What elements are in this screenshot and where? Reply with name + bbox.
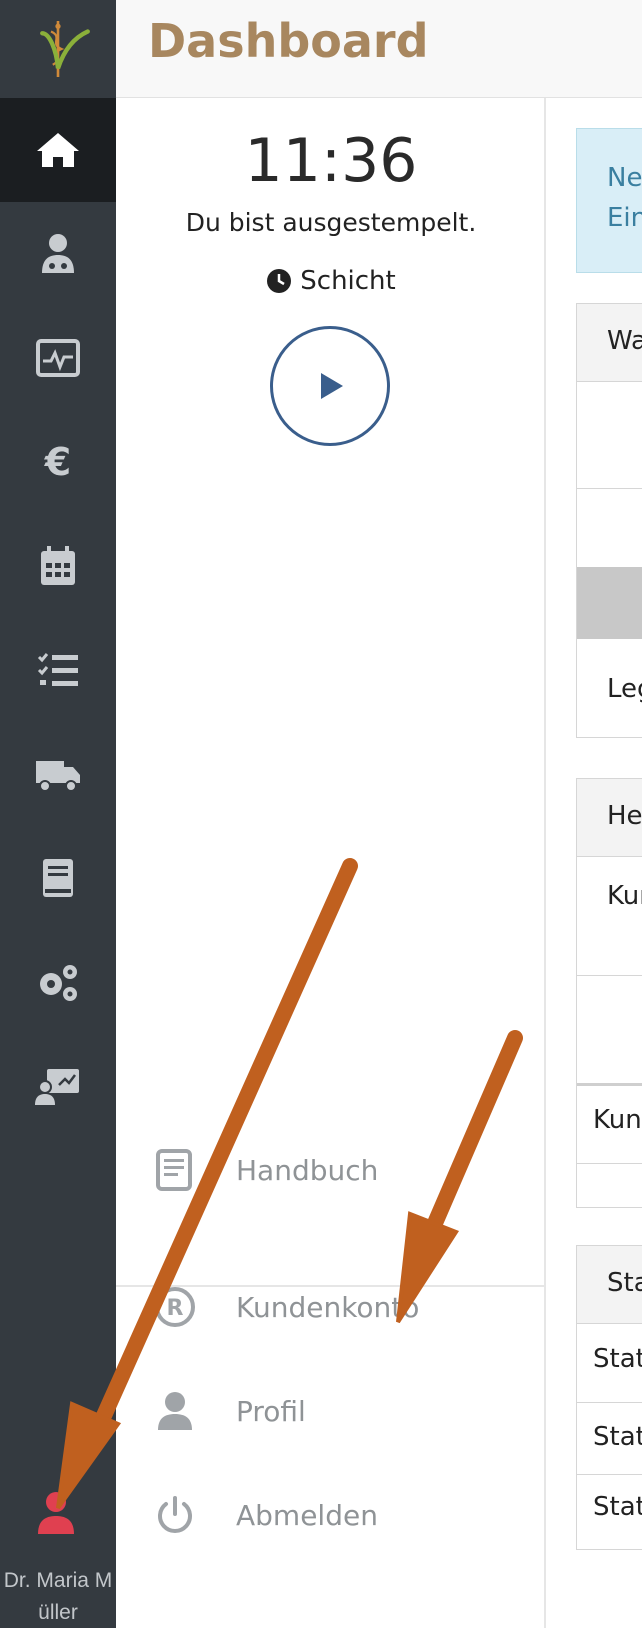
card-header: Wa bbox=[577, 304, 642, 382]
card-title: Sta bbox=[607, 1268, 642, 1298]
nav-delivery[interactable] bbox=[0, 722, 116, 826]
profile-label: Profil bbox=[236, 1394, 306, 1428]
nav-home[interactable] bbox=[0, 98, 116, 202]
card-row: Leg bbox=[607, 674, 642, 704]
card-header: Sta bbox=[577, 1246, 642, 1324]
shift-text: Schicht bbox=[300, 266, 396, 296]
card-row: Kund bbox=[593, 1105, 642, 1135]
time-panel: 11:36 Du bist ausgestempelt. Schicht Han… bbox=[116, 98, 546, 1628]
card-row: Kur bbox=[607, 881, 642, 911]
nav-calendar[interactable] bbox=[0, 514, 116, 618]
card-title: Wa bbox=[607, 326, 642, 356]
handbook-link[interactable]: Handbuch bbox=[116, 1125, 546, 1215]
nav-presentation[interactable] bbox=[0, 1034, 116, 1138]
user-menu[interactable]: Dr. Maria Müller bbox=[0, 1480, 116, 1628]
caduceus-logo[interactable] bbox=[0, 0, 116, 98]
logout-label: Abmelden bbox=[236, 1498, 378, 1532]
handbook-icon bbox=[156, 1149, 192, 1191]
nav-tasks[interactable] bbox=[0, 618, 116, 722]
nav-monitor[interactable] bbox=[0, 306, 116, 410]
card-waiting: Wa Leg bbox=[576, 303, 642, 738]
nav-settings[interactable] bbox=[0, 930, 116, 1034]
row-band bbox=[577, 567, 642, 639]
card-row: Stat bbox=[593, 1422, 642, 1452]
heartbeat-icon bbox=[36, 339, 80, 377]
nav-finance[interactable]: € bbox=[0, 410, 116, 514]
row-divider bbox=[577, 1474, 642, 1475]
row-divider bbox=[577, 1083, 642, 1086]
user-icon bbox=[38, 1492, 74, 1534]
main-content: Ne Ein Wa Leg He Kur Kund Sta Stat Stat … bbox=[548, 98, 642, 1628]
power-icon bbox=[158, 1496, 192, 1533]
truck-icon bbox=[36, 761, 80, 792]
registered-icon: R bbox=[155, 1287, 195, 1327]
card-status: Sta Stat Stat Stat bbox=[576, 1245, 642, 1550]
account-label: Kundenkonto bbox=[236, 1290, 420, 1324]
clock-icon bbox=[267, 269, 292, 293]
play-icon bbox=[321, 373, 343, 399]
card-row: Stat bbox=[593, 1492, 642, 1522]
card-row: Stat bbox=[593, 1344, 642, 1374]
home-icon bbox=[37, 133, 79, 167]
clock: 11:36 bbox=[244, 126, 418, 196]
handbook-label: Handbuch bbox=[236, 1153, 379, 1187]
nav-book[interactable] bbox=[0, 826, 116, 930]
page-title: Dashboard bbox=[148, 14, 429, 68]
row-divider bbox=[577, 975, 642, 976]
svg-text:€: € bbox=[44, 440, 71, 484]
svg-text:R: R bbox=[167, 1296, 184, 1321]
alert-line1: Ne bbox=[607, 163, 642, 193]
row-divider bbox=[577, 1163, 642, 1164]
gears-icon bbox=[40, 965, 77, 1001]
card-title: He bbox=[607, 801, 642, 831]
calendar-icon bbox=[41, 546, 75, 585]
account-link[interactable]: R Kundenkonto bbox=[116, 1262, 546, 1352]
doctor-icon bbox=[42, 234, 74, 273]
tasks-icon bbox=[37, 653, 78, 686]
card-header: He bbox=[577, 779, 642, 857]
euro-icon: € bbox=[44, 440, 71, 484]
info-alert: Ne Ein bbox=[576, 128, 642, 273]
page-header: Dashboard bbox=[116, 0, 642, 98]
book-icon bbox=[43, 859, 73, 897]
user-name: Dr. Maria Müller bbox=[3, 1569, 113, 1624]
play-button[interactable] bbox=[270, 326, 390, 446]
shift-label: Schicht bbox=[116, 266, 546, 296]
teacher-icon bbox=[35, 1069, 79, 1105]
clock-status: Du bist ausgestempelt. bbox=[185, 208, 477, 237]
logout-link[interactable]: Abmelden bbox=[116, 1470, 546, 1560]
profile-link[interactable]: Profil bbox=[116, 1366, 546, 1456]
profile-icon bbox=[158, 1392, 192, 1430]
nav-patients[interactable] bbox=[0, 202, 116, 306]
sidebar: € Dr. Maria Müller bbox=[0, 0, 116, 1628]
card-help: He Kur Kund bbox=[576, 778, 642, 1208]
row-divider bbox=[577, 488, 642, 489]
alert-line2: Ein bbox=[607, 203, 642, 233]
row-divider bbox=[577, 1402, 642, 1403]
